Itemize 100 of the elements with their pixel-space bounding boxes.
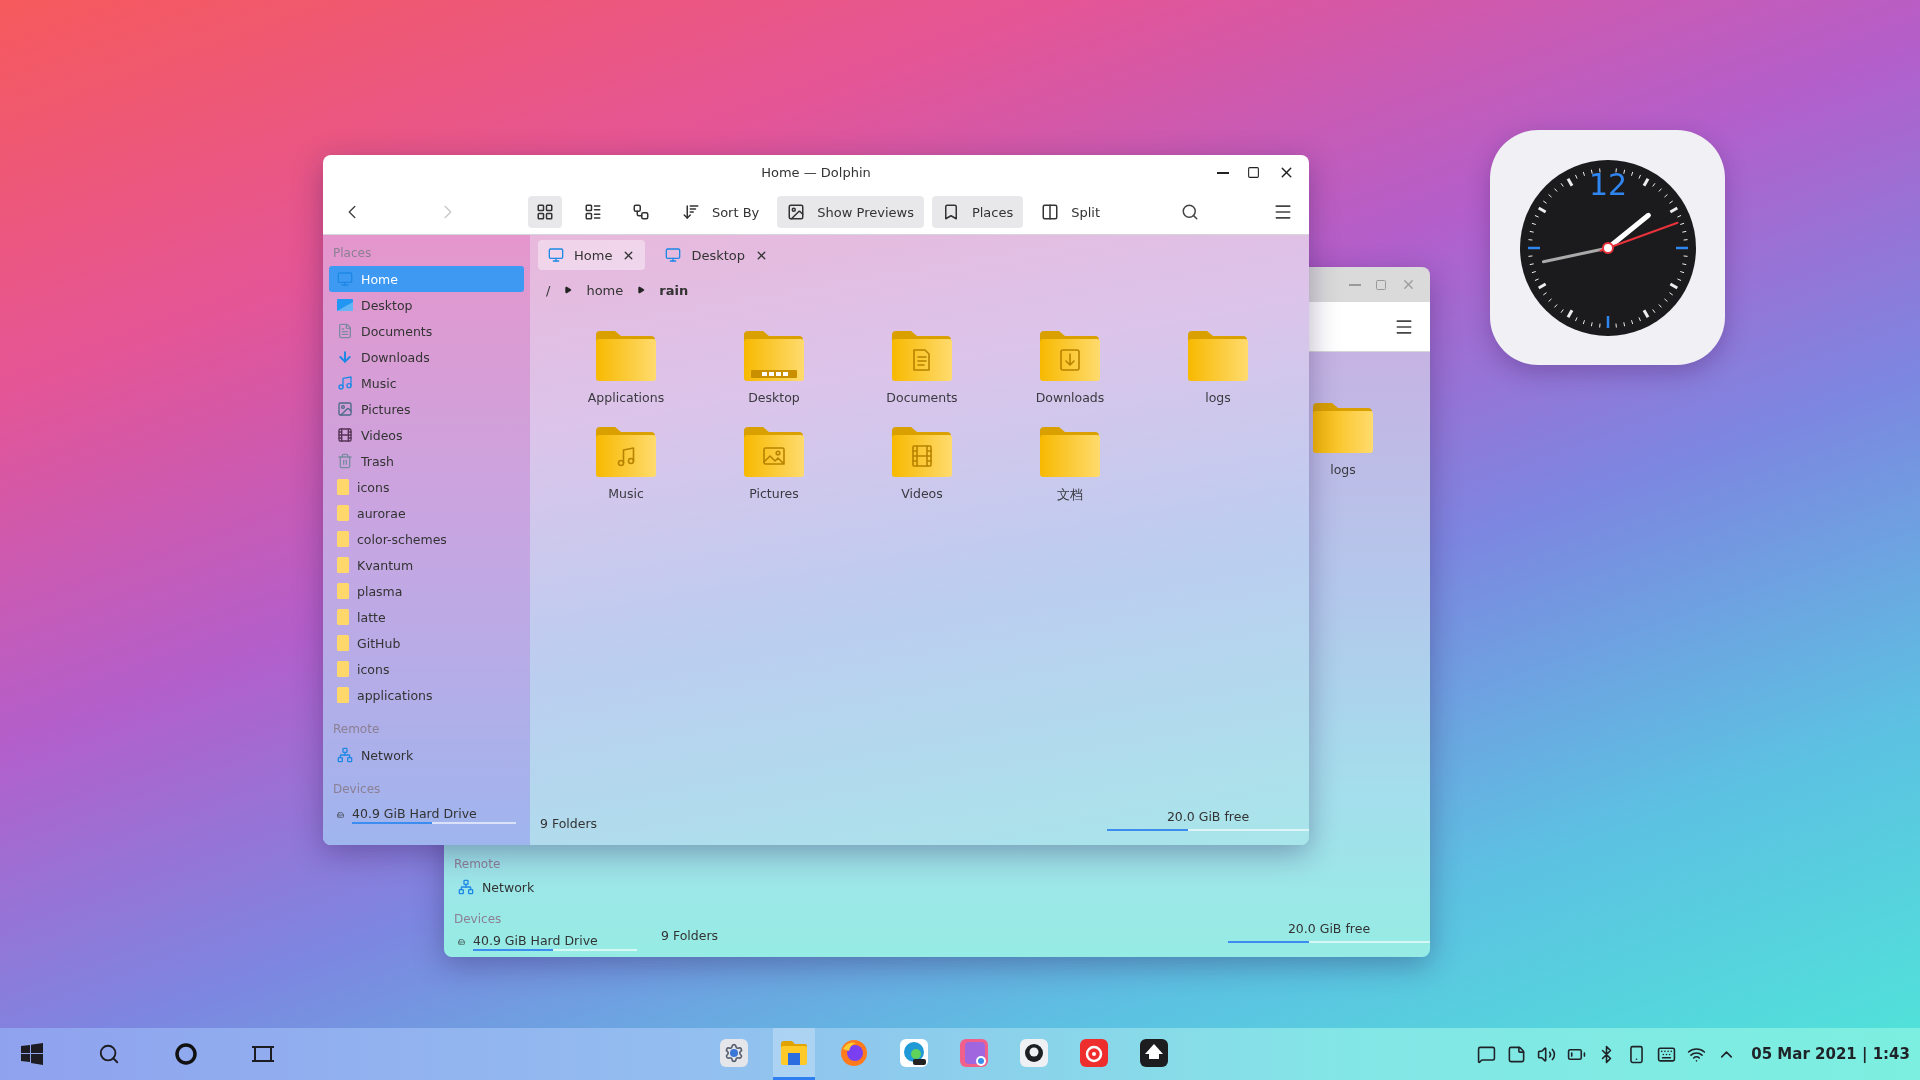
clock-numeral: 12: [1588, 166, 1627, 202]
folder-name[interactable]: 文档: [1057, 482, 1083, 504]
breadcrumb-link[interactable]: home: [586, 282, 624, 298]
monitor-icon: [548, 247, 564, 263]
folder-app-icon[interactable]: [780, 1038, 808, 1067]
free-space-text: 20.0 GiB free: [1287, 921, 1371, 936]
sidebar-item[interactable]: aurorae: [329, 500, 524, 526]
folder-name[interactable]: logs: [1330, 458, 1356, 477]
sidebar-item[interactable]: Pictures: [329, 396, 524, 422]
download-icon: [337, 349, 353, 365]
sidebar-item[interactable]: icons: [329, 656, 524, 682]
minimize-icon: [1349, 283, 1361, 286]
wave-globe-icon[interactable]: [900, 1038, 928, 1067]
folder-icon: [337, 479, 349, 495]
sidebar-item[interactable]: Videos: [329, 422, 524, 448]
image-icon: [787, 203, 806, 221]
toolbar-button[interactable]: Show Previews: [777, 196, 924, 228]
toolbar-button[interactable]: Sort By: [671, 196, 770, 228]
sidebar-item[interactable]: Downloads: [329, 344, 524, 370]
section-title: Remote: [332, 721, 381, 738]
sidebar-item[interactable]: 40.9 GiB Hard Drive: [450, 929, 645, 955]
sidebar-item[interactable]: Trash: [329, 448, 524, 474]
folder-name[interactable]: Videos: [901, 482, 943, 501]
sort-icon: [681, 203, 700, 221]
separator-arrow-icon: [637, 286, 646, 294]
music-note-icon: [337, 375, 353, 391]
sidebar-item[interactable]: 40.9 GiB Hard Drive: [329, 802, 524, 828]
section-title: Devices: [453, 910, 503, 928]
keyboard-icon[interactable]: [1657, 1044, 1677, 1064]
picture-icon: [337, 401, 353, 417]
section-title: Remote: [453, 855, 502, 873]
split-view-icon: [1041, 203, 1060, 221]
folder-icon: [337, 661, 349, 677]
close-icon: [1401, 277, 1416, 292]
grid-view-icon: [535, 203, 554, 221]
maximize-icon: [1247, 166, 1260, 179]
sidebar-item[interactable]: latte: [329, 604, 524, 630]
ring-icon: [174, 1042, 198, 1066]
sidebar-item[interactable]: plasma: [329, 578, 524, 604]
list-view-icon: [583, 203, 602, 221]
tab[interactable]: Home: [538, 240, 646, 270]
date-time[interactable]: 05 Mar 2021 | 1:43: [1747, 1045, 1910, 1063]
free-space-text: 20.0 GiB free: [1166, 809, 1250, 824]
search-icon: [1180, 203, 1199, 221]
trash-icon: [337, 453, 353, 469]
settings-icon[interactable]: [720, 1038, 748, 1067]
tree-view-icon: [631, 203, 650, 221]
folder-icon: [337, 531, 349, 547]
message-icon[interactable]: [1477, 1044, 1497, 1064]
monitor-icon: [665, 247, 682, 263]
status-text: 9 Folders: [661, 928, 719, 943]
monitor-icon: [337, 271, 353, 287]
layered-card-icon[interactable]: [960, 1038, 988, 1067]
sidebar-item[interactable]: color-schemes: [329, 526, 524, 552]
section-title: Devices: [332, 781, 382, 798]
status-text: 9 Folders: [540, 816, 598, 831]
folder-name[interactable]: Applications: [587, 386, 665, 405]
sidebar-item[interactable]: Network: [329, 742, 524, 768]
sidebar-item[interactable]: icons: [329, 474, 524, 500]
volume-icon[interactable]: [1537, 1044, 1557, 1064]
sidebar-item[interactable]: Documents: [329, 318, 524, 344]
folder-name[interactable]: Pictures: [749, 482, 799, 501]
toolbar-button[interactable]: Places: [931, 196, 1024, 228]
folder-name[interactable]: Documents: [886, 386, 958, 405]
breadcrumb-link[interactable]: rain: [659, 282, 689, 298]
task-view-icon: [251, 1043, 275, 1065]
folder-icon: [337, 557, 349, 573]
sidebar-item[interactable]: Kvantum: [329, 552, 524, 578]
desktop-icon: [337, 298, 353, 312]
folder-name[interactable]: Music: [608, 482, 644, 501]
breadcrumb-link[interactable]: /: [546, 282, 551, 298]
tab[interactable]: Desktop: [655, 240, 778, 270]
folder-icon: [337, 687, 349, 703]
pen-app-icon[interactable]: [1140, 1038, 1168, 1067]
toolbar-button[interactable]: Split: [1031, 196, 1111, 228]
folder-icon: [337, 505, 349, 521]
folder-icon: [337, 635, 349, 651]
sidebar-item[interactable]: Desktop: [329, 292, 524, 318]
maximize-icon: [1375, 278, 1387, 291]
sidebar-item[interactable]: GitHub: [329, 630, 524, 656]
music-app-icon[interactable]: [1080, 1038, 1108, 1067]
film-icon: [337, 427, 353, 443]
sidebar-item[interactable]: Network: [450, 874, 645, 900]
maximize-button[interactable]: [1245, 164, 1262, 181]
network-icon: [337, 747, 353, 763]
sidebar-item[interactable]: applications: [329, 682, 524, 708]
note-icon[interactable]: [1507, 1044, 1527, 1064]
separator-arrow-icon: [564, 286, 573, 294]
folder-icon: [337, 583, 349, 599]
folder-icon: [337, 609, 349, 625]
folder-name[interactable]: logs: [1205, 386, 1231, 405]
flame-globe-icon[interactable]: [840, 1038, 868, 1067]
menu-icon: [1273, 202, 1293, 222]
folder-name[interactable]: Downloads: [1035, 386, 1105, 405]
folder-name[interactable]: Desktop: [748, 386, 800, 405]
desktop-folder-icon[interactable]: [743, 330, 805, 382]
network-icon: [458, 879, 474, 895]
view-mode-button[interactable]: [527, 196, 562, 228]
cat-face-icon[interactable]: [1020, 1038, 1048, 1067]
sidebar-item[interactable]: Music: [329, 370, 524, 396]
